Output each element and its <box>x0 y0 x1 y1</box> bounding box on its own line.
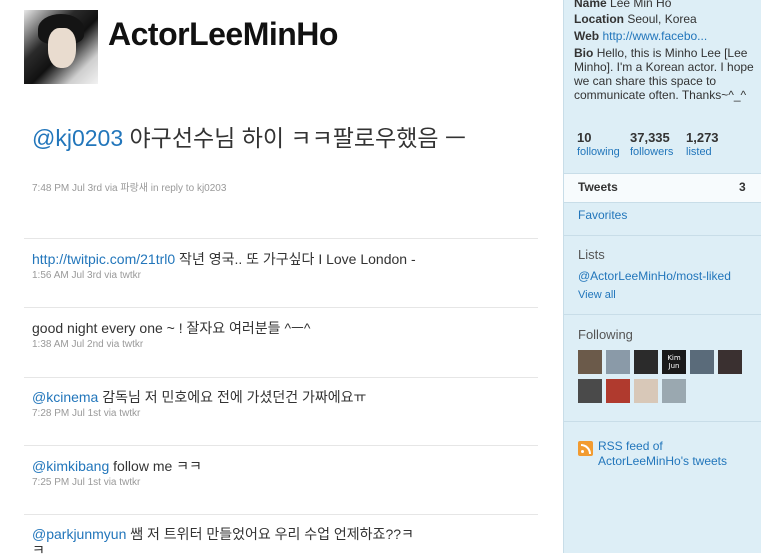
tweet-3-meta: 7:28 PM Jul 1st via twtkr <box>32 408 140 419</box>
tweet-1-link[interactable]: http://twitpic.com/21trl0 <box>32 251 175 267</box>
tweet-4-via: via <box>103 477 117 488</box>
tweet-2-body: good night every one ~ ! 잘자요 여러분들 ^ㅡ^ <box>32 320 311 336</box>
view-all-lists[interactable]: View all <box>578 289 616 301</box>
tweet-3-client[interactable]: twtkr <box>119 408 140 419</box>
lists-heading: Lists <box>578 247 605 262</box>
profile-location-row: Location Seoul, Korea <box>574 12 697 26</box>
featured-tweet-meta: 7:48 PM Jul 3rd via 파랑새 in reply to kj02… <box>32 179 226 194</box>
rss-line-2[interactable]: ActorLeeMinHo's tweets <box>598 454 727 468</box>
stat-followers[interactable]: 37,335 followers <box>630 130 673 158</box>
tweet-5-mention[interactable]: @parkjunmyun <box>32 526 126 542</box>
featured-tweet-reply-to[interactable]: kj0203 <box>197 183 226 194</box>
bio-label: Bio <box>574 46 594 60</box>
tweet-1-time[interactable]: 1:56 AM Jul 3rd <box>32 270 101 281</box>
featured-tweet-client[interactable]: 파랑새 <box>120 183 148 194</box>
tweet-3-mention[interactable]: @kcinema <box>32 389 98 405</box>
tweet-5-text: @parkjunmyun 쌤 저 트위터 만들었어요 우리 수업 언제하죠??ㅋ <box>32 524 414 544</box>
following-avatar-6[interactable] <box>718 350 742 374</box>
following-label: following <box>577 146 620 158</box>
following-avatar-1[interactable] <box>578 350 602 374</box>
tweet-3-via: via <box>103 408 117 419</box>
featured-tweet-time[interactable]: 7:48 PM Jul 3rd <box>32 183 102 194</box>
avatar-face <box>48 28 76 68</box>
tweet-1-client[interactable]: twtkr <box>120 270 141 281</box>
tweet-4-mention[interactable]: @kimkibang <box>32 458 109 474</box>
listed-count: 1,273 <box>686 130 719 145</box>
rss-icon[interactable] <box>578 441 593 456</box>
following-avatar-5[interactable] <box>690 350 714 374</box>
avatar-caption: Kim Jun <box>667 354 681 370</box>
featured-tweet-body: 야구선수님 하이 ㅋㅋ팔로우했음 ㅡ <box>123 125 467 151</box>
tweet-2-client[interactable]: twtkr <box>122 339 143 350</box>
followers-count: 37,335 <box>630 130 670 145</box>
tweet-2-text: good night every one ~ ! 잘자요 여러분들 ^ㅡ^ <box>32 318 310 338</box>
tweet-4-text: @kimkibang follow me ㅋㅋ <box>32 456 202 476</box>
tweet-2-time[interactable]: 1:38 AM Jul 2nd <box>32 339 104 350</box>
tweet-divider <box>24 445 538 446</box>
profile-name-row: Name Lee Min Ho <box>574 0 671 10</box>
tweet-3-body: 감독님 저 민호에요 전에 가셨던건 가짜에요ㅠ <box>98 389 367 405</box>
tweet-1-meta: 1:56 AM Jul 3rd via twtkr <box>32 270 141 281</box>
profile-avatar[interactable] <box>24 10 98 84</box>
favorites-link[interactable]: Favorites <box>578 208 627 222</box>
tweet-divider <box>24 307 538 308</box>
sidebar-divider <box>564 202 761 203</box>
following-avatar-9[interactable] <box>634 379 658 403</box>
featured-tweet-reply-prefix: in reply to <box>150 183 195 194</box>
tweets-count: 3 <box>739 180 746 194</box>
featured-tweet-mention[interactable]: @kj0203 <box>32 125 123 151</box>
rss-line-1[interactable]: RSS feed of <box>598 439 663 453</box>
tweet-4-client[interactable]: twtkr <box>119 477 140 488</box>
tweet-4-meta: 7:25 PM Jul 1st via twtkr <box>32 477 140 488</box>
followers-label: followers <box>630 146 674 158</box>
stat-following[interactable]: 10 following <box>577 130 620 158</box>
profile-web-link[interactable]: http://www.facebo... <box>602 29 707 43</box>
view-all-link[interactable]: View all <box>578 289 616 301</box>
following-avatar-10[interactable] <box>662 379 686 403</box>
following-avatar-3[interactable] <box>634 350 658 374</box>
following-avatar-2[interactable] <box>606 350 630 374</box>
listed-label: listed <box>686 146 712 158</box>
following-count: 10 <box>577 130 592 145</box>
featured-tweet-text: @kj0203 야구선수님 하이 ㅋㅋ팔로우했음 ㅡ <box>32 126 472 151</box>
tweet-1-text: http://twitpic.com/21trl0 작년 영국.. 또 가구싶다… <box>32 249 416 269</box>
profile-bio-text: Hello, this is Minho Lee [Lee Minho]. I'… <box>574 46 754 102</box>
following-avatar-4[interactable]: Kim Jun <box>662 350 686 374</box>
following-avatar-7[interactable] <box>578 379 602 403</box>
sidebar-divider <box>564 235 761 236</box>
timeline-panel: ActorLeeMinHo @kj0203 야구선수님 하이 ㅋㅋ팔로우했음 ㅡ… <box>0 0 563 558</box>
profile-web-row: Web http://www.facebo... <box>574 29 707 43</box>
rss-feed-link[interactable]: RSS feed of ActorLeeMinHo's tweets <box>598 439 727 469</box>
tweet-4-body: follow me ㅋㅋ <box>109 458 202 474</box>
list-link[interactable]: @ActorLeeMinHo/most-liked <box>578 269 731 283</box>
profile-name: Lee Min Ho <box>610 0 672 10</box>
name-label: Name <box>574 0 607 10</box>
stat-listed[interactable]: 1,273 listed <box>686 130 719 158</box>
following-heading: Following <box>578 327 633 342</box>
following-avatar-8[interactable] <box>606 379 630 403</box>
sidebar-divider <box>564 314 761 315</box>
featured-tweet-via: via <box>104 183 118 194</box>
profile-location: Seoul, Korea <box>627 12 697 26</box>
tweet-2-meta: 1:38 AM Jul 2nd via twtkr <box>32 339 143 350</box>
tweets-label: Tweets <box>578 180 618 194</box>
location-label: Location <box>574 12 624 26</box>
sidebar-divider <box>564 421 761 422</box>
tweet-2-via: via <box>106 339 120 350</box>
tweet-3-time[interactable]: 7:28 PM Jul 1st <box>32 408 101 419</box>
tweet-5-body: 쌤 저 트위터 만들었어요 우리 수업 언제하죠??ㅋ <box>126 526 414 542</box>
sidebar-item-favorites[interactable]: Favorites <box>578 208 627 222</box>
list-item[interactable]: @ActorLeeMinHo/most-liked <box>578 269 731 283</box>
tweet-1-body: 작년 영국.. 또 가구싶다 I Love London - <box>175 251 416 267</box>
tweet-divider <box>24 238 538 239</box>
tweet-5-text-continued: ㅋ <box>32 542 45 558</box>
tweet-divider <box>24 514 538 515</box>
tweet-4-time[interactable]: 7:25 PM Jul 1st <box>32 477 101 488</box>
tweet-1-via: via <box>104 270 118 281</box>
tweet-divider <box>24 377 538 378</box>
web-label: Web <box>574 29 600 43</box>
profile-bio: Bio Hello, this is Minho Lee [Lee Minho]… <box>574 46 754 102</box>
tweet-3-text: @kcinema 감독님 저 민호에요 전에 가셨던건 가짜에요ㅠ <box>32 387 366 407</box>
profile-screen-name: ActorLeeMinHo <box>108 16 338 52</box>
